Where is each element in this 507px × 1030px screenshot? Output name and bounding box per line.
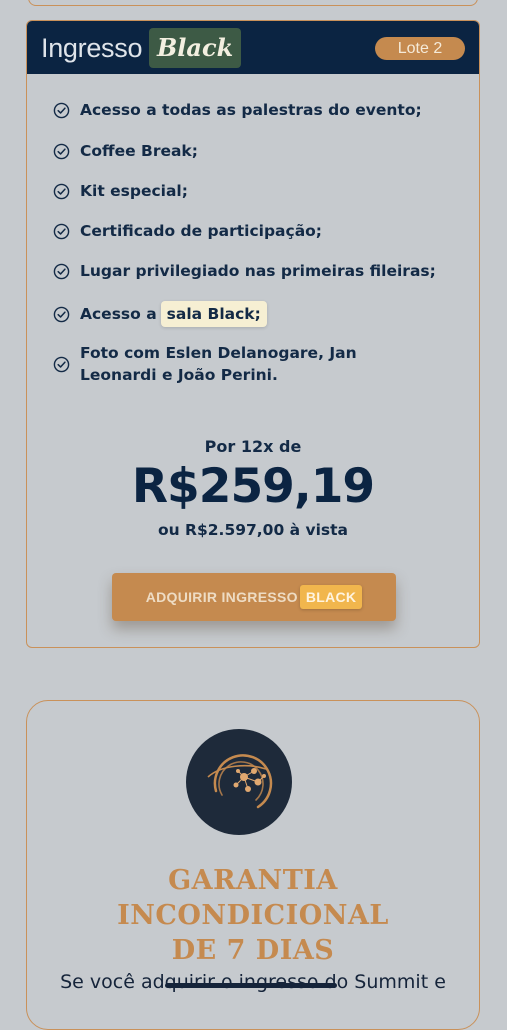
check-circle-icon xyxy=(53,102,70,118)
check-circle-icon xyxy=(53,306,70,322)
lote-badge: Lote 2 xyxy=(375,37,465,60)
network-globe-logo-icon xyxy=(186,729,292,835)
guarantee-title-line: GARANTIA xyxy=(168,865,338,896)
check-circle-icon xyxy=(53,143,70,159)
guarantee-text-part: o Summit e xyxy=(336,971,446,993)
feature-item: Kit especial; xyxy=(53,180,188,202)
price-prefix: Por 12x de xyxy=(204,437,302,456)
feature-item: Foto com Eslen Delanogare, Jan Leonardi … xyxy=(53,342,357,386)
check-circle-icon xyxy=(53,356,70,372)
price-full: ou R$2.597,00 à vista xyxy=(157,521,349,539)
guarantee-text-part: Se você ad xyxy=(60,971,165,993)
feature-label-line: Foto com Eslen Delanogare, Jan xyxy=(80,344,357,362)
buy-ticket-black-button[interactable]: ADQUIRIR INGRESSO BLACK xyxy=(112,573,396,621)
feature-label: Lugar privilegiado nas primeiras fileira… xyxy=(80,262,436,280)
check-circle-icon xyxy=(53,223,70,239)
previous-ticket-card-edge xyxy=(28,0,478,6)
guarantee-text: Se você adquirir o ingresso do Summit e xyxy=(27,971,479,993)
feature-label: Acesso a xyxy=(80,305,157,323)
ticket-title-highlight: Black xyxy=(149,28,242,68)
cta-label: ADQUIRIR INGRESSO xyxy=(145,589,298,605)
ticket-title: Ingresso xyxy=(41,33,143,63)
feature-label: Kit especial; xyxy=(80,182,188,200)
price-installment: R$259,19 xyxy=(131,459,375,514)
check-circle-icon xyxy=(53,183,70,199)
ticket-header: Ingresso Black Lote 2 xyxy=(27,21,479,74)
feature-item: Coffee Break; xyxy=(53,140,198,162)
guarantee-card: GARANTIA INCONDICIONAL DE 7 DIAS Se você… xyxy=(26,700,480,1030)
feature-item: Certificado de participação; xyxy=(53,220,322,242)
cta-label-highlight: BLACK xyxy=(299,585,363,609)
feature-item: Lugar privilegiado nas primeiras fileira… xyxy=(53,260,436,282)
feature-label-line: Leonardi e João Perini. xyxy=(80,366,278,384)
feature-label: Certificado de participação; xyxy=(80,222,323,240)
feature-label-multiline: Foto com Eslen Delanogare, Jan Leonardi … xyxy=(80,342,357,386)
feature-highlight: sala Black; xyxy=(160,301,267,327)
ticket-card-black: Ingresso Black Lote 2 Acesso a todas as … xyxy=(26,20,480,648)
guarantee-title: GARANTIA INCONDICIONAL DE 7 DIAS xyxy=(27,863,479,968)
feature-item: Acesso a sala Black; xyxy=(53,301,267,327)
feature-label: Acesso a todas as palestras do evento; xyxy=(80,101,422,119)
guarantee-title-line: DE 7 DIAS xyxy=(171,935,335,966)
check-circle-icon xyxy=(53,263,70,279)
guarantee-text-struck: quirir o ingresso d xyxy=(164,971,337,993)
feature-label: Coffee Break; xyxy=(80,142,198,160)
guarantee-title-line: INCONDICIONAL xyxy=(117,900,389,931)
feature-item: Acesso a todas as palestras do evento; xyxy=(53,99,422,121)
